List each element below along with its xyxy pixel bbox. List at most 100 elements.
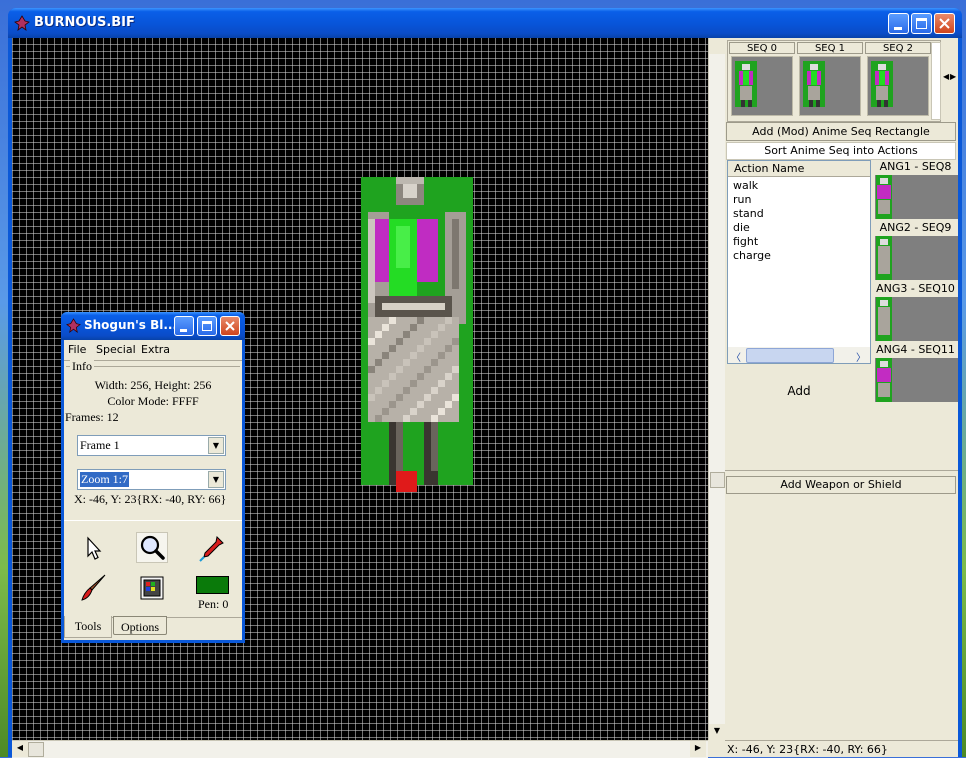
canvas-horizontal-scrollbar[interactable]: ◀ ▶ <box>12 740 708 758</box>
menu-file[interactable]: File <box>68 343 86 356</box>
sequence-thumb-0[interactable]: SEQ 0 <box>729 42 795 118</box>
add-button[interactable]: Add <box>727 376 871 406</box>
pointer-tool-button[interactable] <box>78 532 110 563</box>
arrow-left-icon[interactable]: ◀ <box>943 72 949 81</box>
list-item[interactable]: run <box>733 193 751 206</box>
sprite-skirt-pixel <box>452 338 459 345</box>
chevron-right-icon[interactable]: 〉 <box>856 349 866 364</box>
pen-color-swatch[interactable] <box>196 576 229 594</box>
right-panel: SEQ 0 SEQ 1 SEQ 2 ◀ ▶ Add (Mod) Anime Se… <box>725 38 958 757</box>
close-button[interactable] <box>934 13 955 34</box>
tool-window-title-bar[interactable]: Shogun's Bl... <box>61 312 245 340</box>
palette-tool-button[interactable] <box>136 572 168 603</box>
action-list-scrollbar[interactable]: 〈 〉 <box>728 347 870 364</box>
sprite-skirt-pixel <box>452 394 459 401</box>
sprite-skirt-pixel <box>375 415 382 422</box>
sprite-thumbnail <box>876 175 892 219</box>
angle-label: ANG2 - SEQ9 <box>879 221 952 234</box>
sprite-head <box>403 184 417 198</box>
list-item[interactable]: walk <box>733 179 758 192</box>
brush-tool-button[interactable] <box>78 572 110 603</box>
minimize-button[interactable] <box>888 13 909 34</box>
sort-actions-button[interactable]: Sort Anime Seq into Actions <box>726 142 956 160</box>
scroll-thumb[interactable] <box>710 472 725 488</box>
chevron-left-icon[interactable]: 〈 <box>731 349 741 364</box>
sprite-skirt-pixel <box>396 366 403 373</box>
angle-item-2[interactable]: ANG2 - SEQ9 <box>873 221 958 281</box>
angle-label: ANG1 - SEQ8 <box>879 160 952 173</box>
sprite-skirt-pixel <box>375 387 382 394</box>
tool-window-title: Shogun's Bl... <box>84 318 178 332</box>
arrow-right-icon[interactable]: ▶ <box>950 72 956 81</box>
sequence-image <box>799 56 861 116</box>
minimize-button[interactable] <box>174 316 194 336</box>
sequence-strip-scrollbar[interactable] <box>931 42 941 120</box>
menu-special[interactable]: Special <box>96 343 136 356</box>
close-button[interactable] <box>220 316 240 336</box>
zoom-tool-button[interactable] <box>136 532 168 563</box>
sprite-skirt-pixel <box>445 345 452 352</box>
list-item[interactable]: die <box>733 221 750 234</box>
angle-image <box>875 358 958 402</box>
tab-options[interactable]: Options <box>113 616 167 635</box>
sprite-skirt-pixel <box>452 366 459 373</box>
sequence-thumb-2[interactable]: SEQ 2 <box>865 42 931 118</box>
canvas-vertical-scrollbar[interactable]: ▼ <box>708 38 726 740</box>
list-item[interactable]: stand <box>733 207 764 220</box>
zoom-select[interactable]: Zoom 1:7 ▼ <box>77 469 226 490</box>
angle-image <box>875 236 958 280</box>
action-list[interactable]: Action Name walk run stand die fight cha… <box>727 160 871 364</box>
tab-tools[interactable]: Tools <box>64 616 112 638</box>
size-text: Width: 256, Height: 256 <box>94 378 212 392</box>
sprite-skirt-pixel <box>403 387 410 394</box>
menu-extra[interactable]: Extra <box>141 343 170 356</box>
sprite-thumbnail <box>803 61 825 107</box>
scroll-right-button[interactable]: ▶ <box>690 741 706 757</box>
sprite-skirt-pixel <box>389 345 396 352</box>
sprite-skirt-pixel <box>431 387 438 394</box>
scroll-left-button[interactable]: ◀ <box>12 741 28 757</box>
maximize-button[interactable] <box>197 316 217 336</box>
angle-item-4[interactable]: ANG4 - SEQ11 <box>873 343 958 403</box>
list-item[interactable]: charge <box>733 249 771 262</box>
chevron-down-icon[interactable]: ▼ <box>208 471 224 488</box>
sprite-thumbnail <box>876 297 892 341</box>
sprite-arm <box>368 219 375 303</box>
sequence-thumb-1[interactable]: SEQ 1 <box>797 42 863 118</box>
divider <box>725 470 958 473</box>
add-anime-seq-button[interactable]: Add (Mod) Anime Seq Rectangle <box>726 122 956 141</box>
maximize-button[interactable] <box>911 13 932 34</box>
chevron-down-icon[interactable]: ▼ <box>208 437 224 454</box>
coords-text: X: -46, Y: 23{RX: -40, RY: 66} <box>74 492 227 506</box>
frame-select[interactable]: Frame 1 ▼ <box>77 435 226 456</box>
scroll-up-button[interactable] <box>709 38 725 54</box>
eyedropper-tool-button[interactable] <box>196 532 228 563</box>
angle-item-1[interactable]: ANG1 - SEQ8 <box>873 160 958 220</box>
action-name-header[interactable]: Action Name <box>728 161 870 177</box>
sprite-thumbnail <box>876 358 892 402</box>
sprite-skirt-pixel <box>417 373 424 380</box>
sprite-skirt-pixel <box>431 415 438 422</box>
sequence-label: SEQ 1 <box>797 42 863 54</box>
arrow-down-icon: ▼ <box>713 726 721 735</box>
sprite-skirt-pixel <box>431 359 438 366</box>
sprite-skirt-pixel <box>445 401 452 408</box>
sprite-thumbnail <box>735 61 757 107</box>
sprite-leg <box>431 422 438 471</box>
scroll-thumb[interactable] <box>746 348 834 363</box>
sequence-strip-arrows[interactable]: ◀ ▶ <box>943 42 957 120</box>
add-weapon-button[interactable]: Add Weapon or Shield <box>726 476 956 494</box>
maximize-icon <box>916 18 927 29</box>
arrow-right-icon: ▶ <box>694 743 702 752</box>
scroll-thumb[interactable] <box>28 742 44 757</box>
sequence-image <box>867 56 929 116</box>
close-icon <box>225 321 235 331</box>
sprite-thumbnail <box>876 236 892 280</box>
sequence-label: SEQ 2 <box>865 42 931 54</box>
list-item[interactable]: fight <box>733 235 758 248</box>
sprite-skirt-pixel <box>417 317 424 324</box>
angle-item-3[interactable]: ANG3 - SEQ10 <box>873 282 958 342</box>
title-bar[interactable]: BURNOUS.BIF <box>8 8 962 38</box>
sprite-head <box>396 177 424 184</box>
scroll-down-button[interactable]: ▼ <box>709 724 725 740</box>
